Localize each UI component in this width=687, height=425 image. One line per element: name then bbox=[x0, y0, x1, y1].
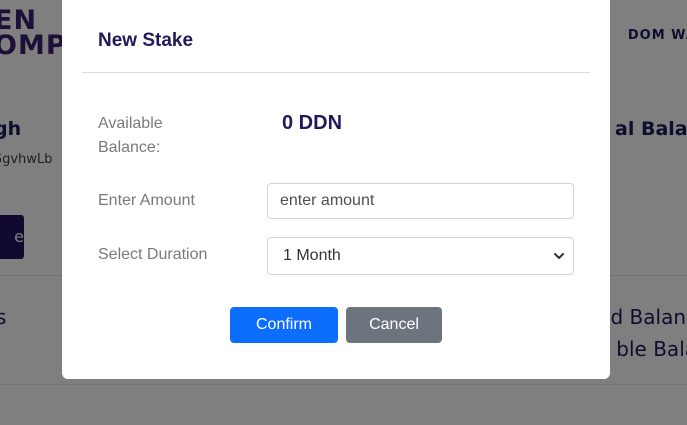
duration-label: Select Duration bbox=[98, 246, 208, 263]
duration-select-value: 1 Month bbox=[283, 247, 341, 264]
amount-input[interactable] bbox=[267, 183, 574, 219]
chevron-down-icon bbox=[554, 253, 564, 259]
modal-divider bbox=[82, 72, 590, 73]
available-balance-value: 0 DDN bbox=[282, 112, 343, 134]
amount-label: Enter Amount bbox=[98, 192, 195, 209]
duration-select[interactable]: 1 Month bbox=[267, 237, 574, 275]
available-balance-label: Available Balance: bbox=[98, 115, 163, 156]
modal-title: New Stake bbox=[98, 30, 194, 51]
new-stake-modal: New Stake Available Balance: 0 DDN Enter… bbox=[62, 0, 610, 379]
cancel-button[interactable]: Cancel bbox=[346, 307, 442, 343]
confirm-button[interactable]: Confirm bbox=[230, 307, 338, 343]
